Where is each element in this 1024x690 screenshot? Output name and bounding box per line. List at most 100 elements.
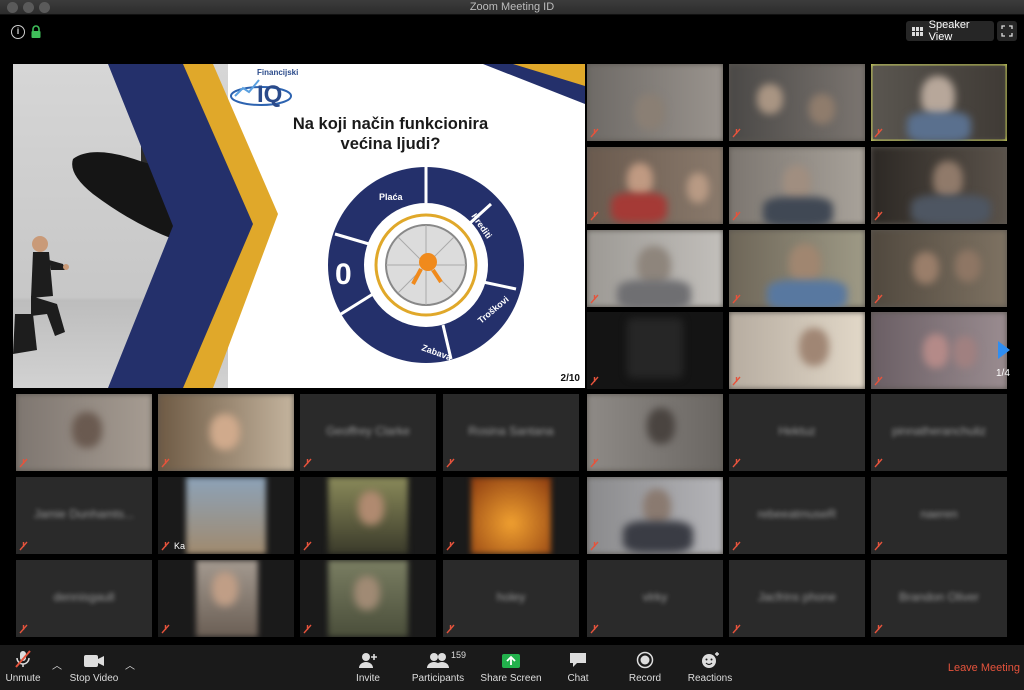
muted-mic-icon bbox=[15, 650, 31, 668]
unmute-button[interactable]: Unmute bbox=[2, 645, 44, 690]
video-tile[interactable]: Jamie Dunhamts... bbox=[16, 477, 152, 554]
chat-button[interactable]: Chat bbox=[562, 645, 594, 690]
muted-mic-icon bbox=[732, 128, 741, 138]
muted-mic-icon bbox=[303, 458, 312, 468]
invite-icon bbox=[359, 653, 377, 668]
info-icon[interactable]: i bbox=[11, 25, 25, 39]
window-title: Zoom Meeting ID bbox=[469, 1, 555, 13]
participant-name: rebeeatmuseR bbox=[757, 507, 837, 521]
video-camera-icon bbox=[84, 655, 104, 667]
video-tile[interactable]: Geoffrey Clarke bbox=[300, 394, 436, 471]
participant-name: naeren bbox=[920, 507, 958, 521]
video-tile[interactable] bbox=[871, 230, 1007, 307]
video-tile[interactable] bbox=[729, 230, 865, 307]
speaker-view-label: Speaker View bbox=[928, 19, 970, 43]
muted-mic-icon bbox=[732, 294, 741, 304]
chat-label: Chat bbox=[567, 673, 589, 684]
slide-title-line1: Na koji način funkcionira bbox=[292, 115, 489, 133]
record-icon bbox=[636, 651, 654, 669]
meeting-toolbar: Unmute ︿ Stop Video ︿ Invite Participant… bbox=[0, 645, 1024, 690]
active-speaker-tile[interactable] bbox=[871, 64, 1007, 141]
participant-name: dennisgaull bbox=[53, 590, 115, 604]
muted-mic-icon bbox=[874, 128, 883, 138]
reactions-label: Reactions bbox=[687, 673, 733, 684]
svg-text:IQ: IQ bbox=[257, 81, 282, 108]
video-tile[interactable]: Rosina Santana bbox=[443, 394, 579, 471]
video-tile[interactable] bbox=[587, 394, 723, 471]
video-tile[interactable]: rebeeatmuseR bbox=[729, 477, 865, 554]
muted-mic-icon bbox=[446, 624, 455, 634]
speaker-view-button[interactable]: Speaker View bbox=[906, 19, 994, 43]
video-tile[interactable]: Brandon Oliver bbox=[871, 560, 1007, 637]
participant-name: Ka bbox=[174, 541, 186, 551]
muted-mic-icon bbox=[590, 541, 599, 551]
muted-mic-icon bbox=[732, 624, 741, 634]
reactions-button[interactable]: Reactions bbox=[686, 645, 734, 690]
video-tile[interactable] bbox=[587, 312, 723, 389]
audio-options-chevron-icon[interactable]: ︿ bbox=[52, 657, 62, 672]
muted-mic-icon bbox=[161, 624, 170, 634]
video-tile[interactable] bbox=[729, 147, 865, 224]
grid-gutter bbox=[1012, 64, 1024, 388]
video-tile[interactable] bbox=[158, 560, 294, 637]
shared-screen-slide: IQ Financijski Na koji način funkcionira… bbox=[13, 64, 585, 388]
video-tile[interactable] bbox=[300, 477, 436, 554]
slide-page-number: 2/10 bbox=[560, 373, 580, 384]
video-tile[interactable] bbox=[158, 394, 294, 471]
muted-mic-icon bbox=[874, 541, 883, 551]
video-tile[interactable]: dennisgaull bbox=[16, 560, 152, 637]
slide-title: Na koji način funkcionira većina ljudi? bbox=[278, 114, 503, 154]
wheel-label-placa: Plaća bbox=[379, 192, 404, 202]
share-screen-label: Share Screen bbox=[480, 673, 542, 684]
video-tile[interactable] bbox=[443, 477, 579, 554]
stop-video-button[interactable]: Stop Video bbox=[66, 645, 122, 690]
slide-title-line2: većina ljudi? bbox=[340, 135, 441, 153]
video-tile[interactable] bbox=[729, 64, 865, 141]
rat-race-wheel-diagram: Plaća Krediti Troškovi Zabava 0 bbox=[328, 167, 524, 363]
share-screen-button[interactable]: Share Screen bbox=[480, 645, 542, 690]
leave-meeting-button[interactable]: Leave Meeting bbox=[948, 662, 1020, 674]
video-tile[interactable] bbox=[300, 560, 436, 637]
participant-name: Rosina Santana bbox=[468, 424, 554, 438]
muted-mic-icon bbox=[161, 458, 170, 468]
video-options-chevron-icon[interactable]: ︿ bbox=[125, 657, 135, 672]
video-tile[interactable]: vlrky bbox=[587, 560, 723, 637]
muted-mic-icon bbox=[19, 541, 28, 551]
video-tile[interactable]: pinnatheranchuliz bbox=[871, 394, 1007, 471]
video-tile[interactable] bbox=[587, 147, 723, 224]
muted-mic-icon bbox=[303, 541, 312, 551]
muted-mic-icon bbox=[732, 211, 741, 221]
video-tile[interactable] bbox=[16, 394, 152, 471]
muted-mic-icon bbox=[732, 376, 741, 386]
video-tile[interactable] bbox=[871, 312, 1007, 389]
muted-mic-icon bbox=[874, 458, 883, 468]
lock-icon[interactable] bbox=[30, 25, 42, 39]
participants-icon bbox=[427, 653, 449, 668]
muted-mic-icon bbox=[732, 541, 741, 551]
window-titlebar: Zoom Meeting ID bbox=[0, 0, 1024, 15]
muted-mic-icon bbox=[590, 458, 599, 468]
next-page-arrow-icon[interactable] bbox=[998, 341, 1010, 359]
video-tile[interactable] bbox=[871, 147, 1007, 224]
muted-mic-icon bbox=[303, 624, 312, 634]
video-tile[interactable]: Ka bbox=[158, 477, 294, 554]
video-tile[interactable] bbox=[587, 64, 723, 141]
video-tile[interactable]: Hektuz bbox=[729, 394, 865, 471]
video-tile[interactable]: holey bbox=[443, 560, 579, 637]
invite-button[interactable]: Invite bbox=[350, 645, 386, 690]
muted-mic-icon bbox=[19, 458, 28, 468]
record-button[interactable]: Record bbox=[626, 645, 664, 690]
muted-mic-icon bbox=[161, 541, 170, 551]
fullscreen-button[interactable] bbox=[997, 21, 1017, 41]
video-tile[interactable] bbox=[587, 230, 723, 307]
muted-mic-icon bbox=[590, 128, 599, 138]
logo-text: Financijski bbox=[257, 68, 299, 77]
participant-name: Jamie Dunhamts... bbox=[33, 507, 135, 521]
stop-video-label: Stop Video bbox=[69, 673, 119, 684]
invite-label: Invite bbox=[356, 673, 380, 684]
video-tile[interactable] bbox=[729, 312, 865, 389]
video-tile[interactable]: Jacfrins phone bbox=[729, 560, 865, 637]
video-tile[interactable] bbox=[587, 477, 723, 554]
gallery-page-indicator: 1/4 bbox=[996, 368, 1010, 379]
video-tile[interactable]: naeren bbox=[871, 477, 1007, 554]
